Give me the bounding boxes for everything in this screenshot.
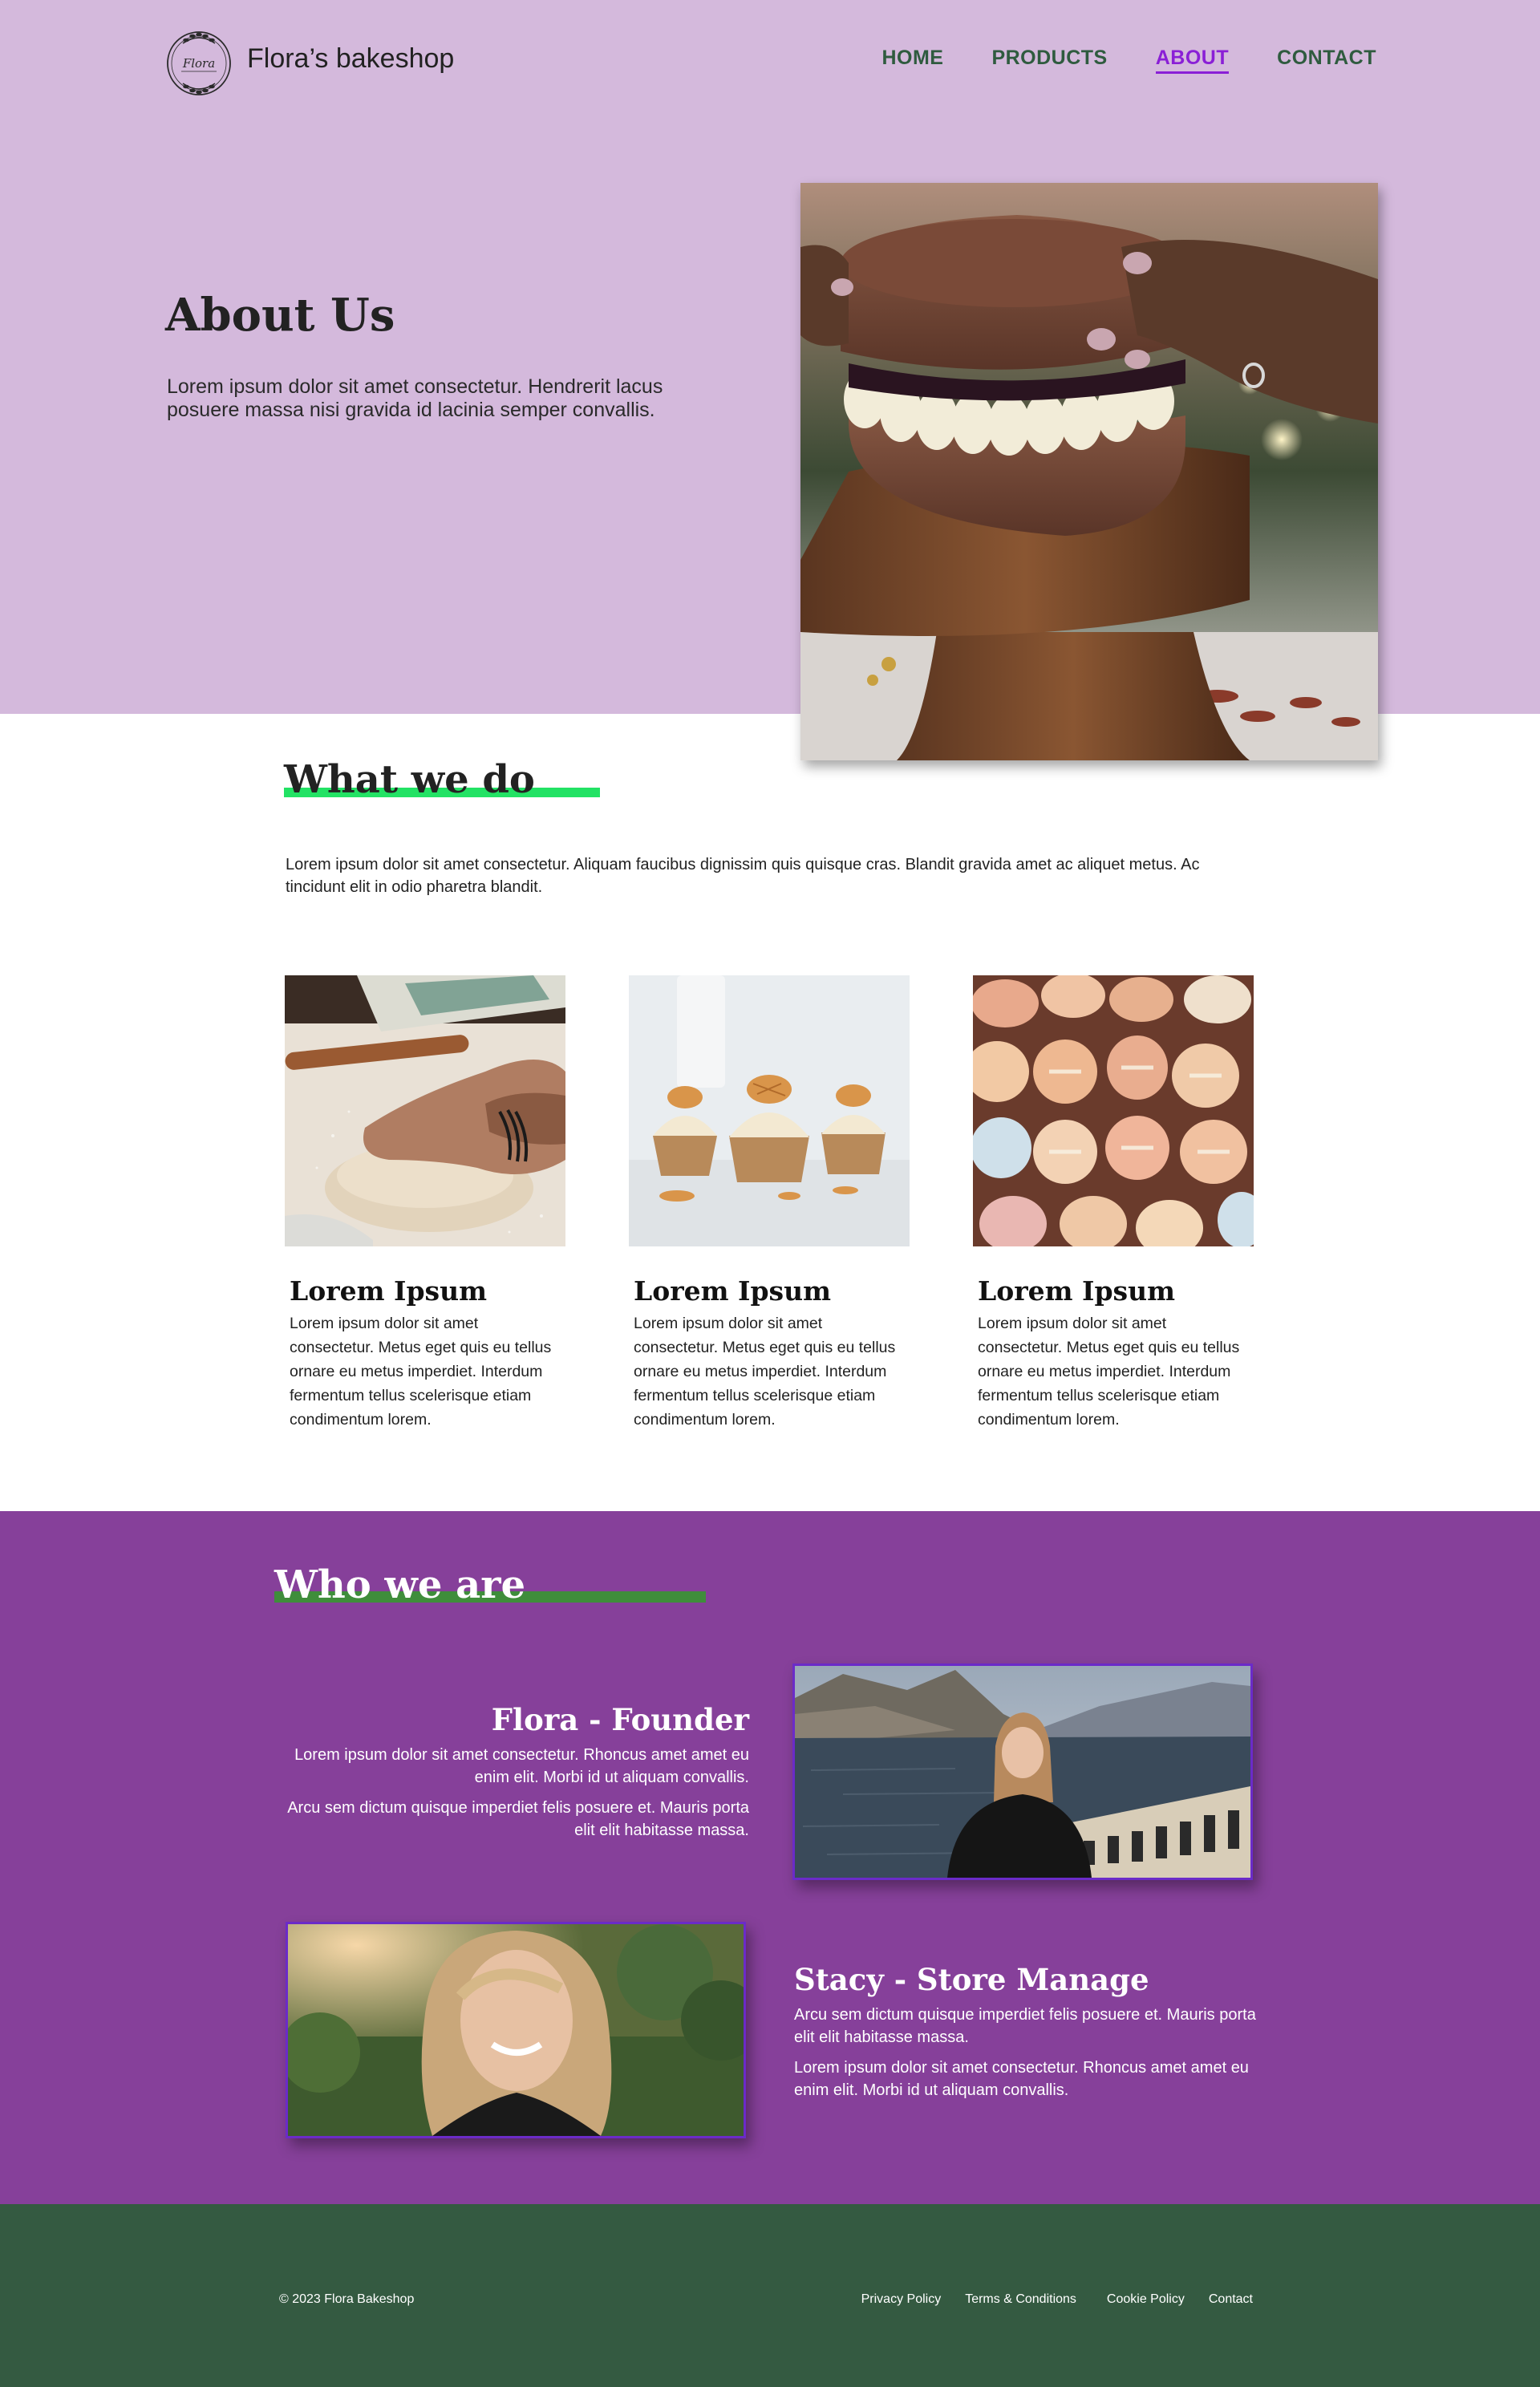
kneading-dough-photo — [285, 975, 565, 1246]
footer-link-contact[interactable]: Contact — [1209, 2292, 1253, 2307]
nav-contact[interactable]: CONTACT — [1277, 47, 1376, 74]
card-title: Lorem Ipsum — [634, 1275, 832, 1307]
what-we-do-description: Lorem ipsum dolor sit amet consectetur. … — [286, 856, 1200, 896]
card-text: Lorem ipsum dolor sit amet consectetur. … — [634, 1315, 896, 1429]
manager-portrait-photo — [286, 1922, 746, 2138]
founder-bio-1: Lorem ipsum dolor sit amet consectetur. … — [294, 1746, 749, 1786]
footer — [0, 2204, 1540, 2387]
manager-bio-2: Lorem ipsum dolor sit amet consectetur. … — [794, 2059, 1249, 2099]
macarons-photo — [973, 975, 1254, 1246]
brand-name: Flora’s bakeshop — [247, 43, 455, 74]
card-title: Lorem Ipsum — [290, 1275, 488, 1307]
nav-about[interactable]: ABOUT — [1155, 47, 1230, 74]
founder-name: Flora - Founder — [491, 1702, 749, 1737]
founder-bio-2: Arcu sem dictum quisque imperdiet felis … — [287, 1799, 749, 1839]
card-title: Lorem Ipsum — [978, 1275, 1176, 1307]
footer-links: Privacy Policy Terms & Conditions Cookie… — [861, 2292, 1253, 2307]
cake-on-stand-photo — [800, 183, 1378, 760]
logo[interactable]: Flora — [165, 26, 233, 101]
service-card: Lorem Ipsum Lorem ipsum dolor sit amet c… — [629, 975, 910, 1432]
manager-bio-1: Arcu sem dictum quisque imperdiet felis … — [794, 2006, 1256, 2046]
copyright-text: © 2023 Flora Bakeshop — [279, 2292, 415, 2306]
who-we-are-section — [0, 1511, 1540, 2204]
cupcakes-photo — [629, 975, 910, 1246]
footer-link-terms[interactable]: Terms & Conditions — [965, 2292, 1076, 2307]
card-text: Lorem ipsum dolor sit amet consectetur. … — [978, 1315, 1240, 1429]
founder-lake-photo — [792, 1664, 1253, 1880]
who-we-are-title: Who we are — [274, 1562, 526, 1607]
main-nav: HOME PRODUCTS ABOUT CONTACT — [881, 47, 1376, 74]
service-card: Lorem Ipsum Lorem ipsum dolor sit amet c… — [973, 975, 1254, 1432]
nav-home[interactable]: HOME — [881, 47, 943, 74]
card-text: Lorem ipsum dolor sit amet consectetur. … — [290, 1315, 552, 1429]
what-we-do-title: What we do — [284, 757, 535, 802]
footer-link-cookie[interactable]: Cookie Policy — [1107, 2292, 1185, 2307]
service-card: Lorem Ipsum Lorem ipsum dolor sit amet c… — [285, 975, 565, 1432]
logo-text: Flora — [182, 56, 215, 71]
page-title: About Us — [165, 289, 395, 342]
nav-products[interactable]: PRODUCTS — [991, 47, 1107, 74]
hero-description: Lorem ipsum dolor sit amet consectetur. … — [167, 375, 663, 421]
footer-link-privacy[interactable]: Privacy Policy — [861, 2292, 942, 2307]
manager-name: Stacy - Store Manage — [794, 1962, 1149, 1997]
